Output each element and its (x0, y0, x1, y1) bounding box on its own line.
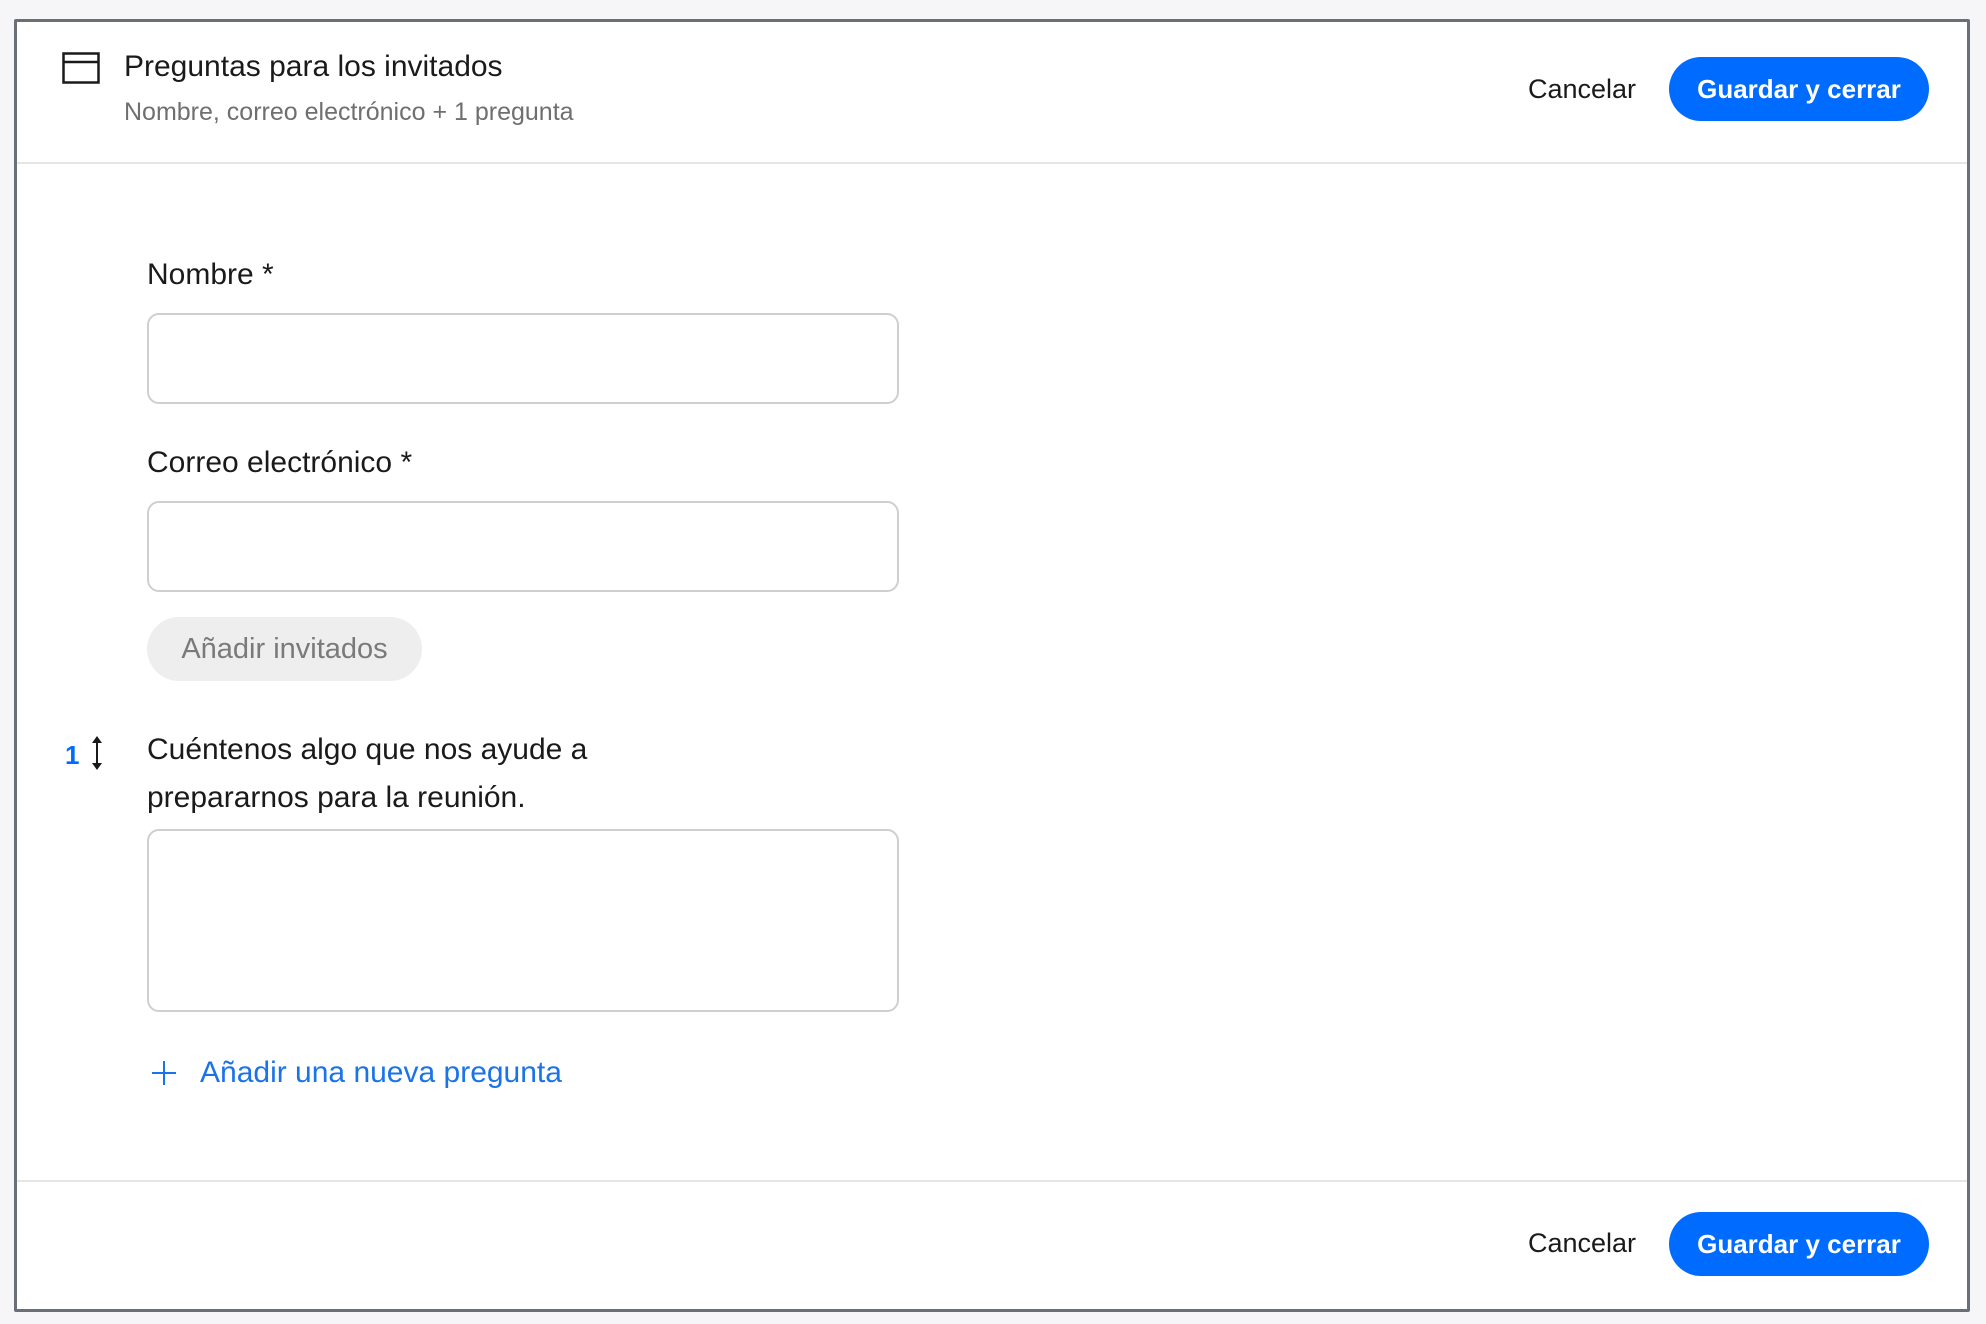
guest-questions-panel: Preguntas para los invitados Nombre, cor… (14, 19, 1970, 1312)
name-label: Nombre * (147, 258, 274, 291)
add-guests-button[interactable]: Añadir invitados (147, 617, 422, 681)
question-label: Cuéntenos algo que nos ayude a prepararn… (147, 733, 588, 814)
save-and-close-button[interactable]: Guardar y cerrar (1669, 57, 1929, 121)
email-label: Correo electrónico * (147, 446, 413, 479)
footer-cancel-button[interactable]: Cancelar (1528, 1228, 1636, 1259)
panel-header: Preguntas para los invitados Nombre, cor… (17, 22, 1967, 164)
plus-icon (152, 1061, 176, 1085)
drag-handle-icon[interactable] (89, 735, 105, 771)
question-answer-textarea[interactable] (147, 829, 899, 1012)
page-title: Preguntas para los invitados (124, 50, 503, 83)
cancel-button[interactable]: Cancelar (1528, 74, 1636, 105)
panel-footer: Cancelar Guardar y cerrar (17, 1180, 1967, 1309)
footer-save-and-close-button[interactable]: Guardar y cerrar (1669, 1212, 1929, 1276)
email-input[interactable] (147, 501, 899, 592)
page-subtitle: Nombre, correo electrónico + 1 pregunta (124, 98, 574, 126)
form-window-icon (62, 52, 100, 84)
add-question-label: Añadir una nueva pregunta (200, 1056, 562, 1089)
add-question-button[interactable]: Añadir una nueva pregunta (150, 1056, 562, 1090)
question-number: 1 (65, 740, 80, 770)
name-input[interactable] (147, 313, 899, 404)
